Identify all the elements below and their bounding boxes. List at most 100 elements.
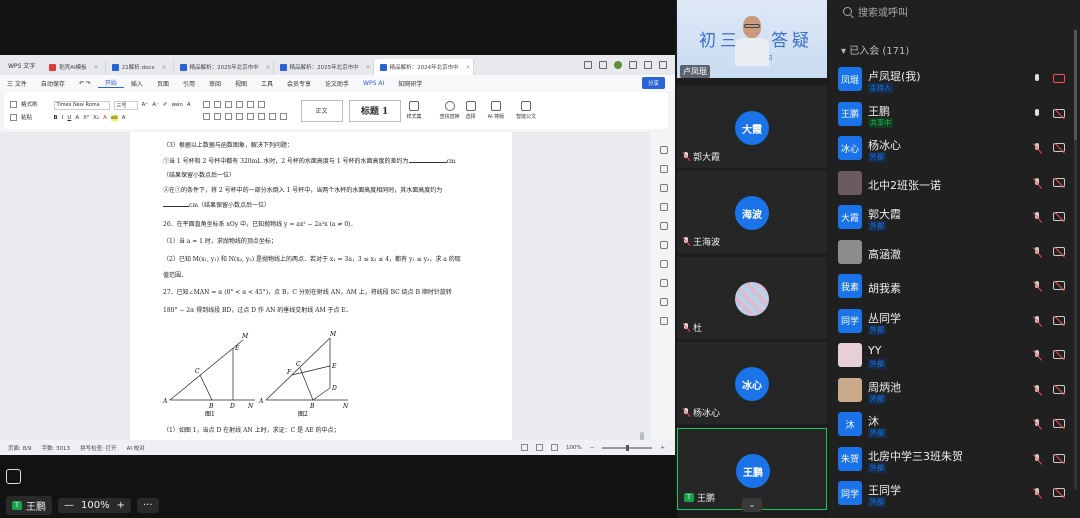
zoom-out-button[interactable]: — <box>64 500 74 511</box>
mic-off-icon[interactable] <box>1033 419 1041 430</box>
menu-view[interactable]: 视图 <box>228 79 254 88</box>
wps-home-tab[interactable]: WPS 文字 <box>0 55 43 75</box>
menu-file[interactable]: 三 文件 <box>0 79 34 88</box>
camera-off-icon[interactable] <box>1053 108 1065 118</box>
video-tile[interactable]: 冰心 杨冰心 <box>677 342 827 424</box>
camera-off-icon[interactable] <box>1053 281 1065 290</box>
help-tool-icon[interactable] <box>660 298 668 306</box>
menu-wps-ai[interactable]: WPS AI <box>356 80 391 87</box>
expand-gallery-button[interactable]: ⌄ <box>742 498 762 512</box>
camera-off-icon[interactable] <box>1053 177 1065 187</box>
border-button[interactable]: A <box>187 102 191 108</box>
participant-row[interactable]: 高涵澈 <box>829 235 1072 270</box>
collapse-tool-icon[interactable] <box>660 241 668 249</box>
page-view-icon[interactable] <box>536 444 544 451</box>
close-icon[interactable]: × <box>262 64 271 71</box>
style-normal[interactable]: 正文 <box>300 99 343 122</box>
close-icon[interactable]: × <box>462 64 471 71</box>
account-avatar[interactable] <box>614 61 622 69</box>
camera-off-icon[interactable] <box>1053 419 1065 428</box>
underline-button[interactable]: U <box>67 115 71 121</box>
justify-icon[interactable] <box>235 113 243 120</box>
participant-search[interactable]: 搜索或呼叫 <box>837 0 1072 22</box>
ai-format-button[interactable]: AI 排版 <box>488 101 504 120</box>
sort-icon[interactable] <box>246 101 254 108</box>
edit-tool-icon[interactable] <box>660 146 668 154</box>
doc-tab[interactable]: 稻壳AI模板 × <box>43 59 106 75</box>
line-spacing-icon[interactable] <box>257 113 265 120</box>
participant-row[interactable]: 大霞 郭大霞 外部 <box>829 200 1072 235</box>
mic-off-icon[interactable] <box>1033 246 1041 258</box>
strike-button[interactable]: A <box>75 115 79 121</box>
numbered-list-icon[interactable] <box>213 101 221 108</box>
menu-home[interactable]: 开始 <box>97 78 124 88</box>
italic-button[interactable]: I <box>62 115 64 121</box>
superscript-button[interactable]: X² <box>83 115 89 121</box>
menu-cnki[interactable]: 知网研学 <box>391 79 429 88</box>
mic-icon[interactable] <box>1033 108 1041 120</box>
smart-doc-button[interactable]: 智能公文 <box>516 101 536 120</box>
close-icon[interactable]: × <box>362 64 371 71</box>
highlight-button[interactable]: ab <box>110 114 118 121</box>
zoom-level[interactable]: 100% <box>81 500 110 511</box>
camera-off-icon[interactable] <box>1053 315 1065 325</box>
zoom-in-button[interactable]: + <box>660 445 665 451</box>
document-area[interactable]: （3）根据以上数据与函数图象，解决下列问题： ①当 1 号杯和 2 号杯中都有 … <box>0 132 650 455</box>
char-shading-button[interactable]: A <box>122 115 126 121</box>
menu-review[interactable]: 审阅 <box>202 79 228 88</box>
format-painter-button[interactable]: 格式刷 <box>21 100 38 108</box>
window-icon[interactable] <box>584 61 592 69</box>
page-indicator[interactable]: 页面: 8/9 <box>8 444 31 452</box>
participant-row[interactable]: 周炳池 外部 <box>829 373 1072 408</box>
paste-button[interactable]: 粘贴 <box>21 113 32 121</box>
qr-scan-icon[interactable] <box>6 469 21 484</box>
menu-page[interactable]: 页面 <box>150 79 176 88</box>
participant-row[interactable]: 王鹏 王鹏 共享中 <box>829 97 1072 132</box>
presenter-video-tile[interactable]: 初三 答疑 17日 卢凤琨 <box>677 0 827 78</box>
shape-tool-icon[interactable] <box>660 222 668 230</box>
font-color-button[interactable]: A <box>103 115 107 121</box>
joined-section-header[interactable]: ▾ 已入会 (171) <box>841 42 909 57</box>
font-name-select[interactable]: Times New Roma <box>53 100 110 110</box>
participant-row[interactable]: 朱贺 北房中学三3班朱贺 外部 <box>829 442 1072 477</box>
minimize-icon[interactable] <box>629 61 637 69</box>
borders-icon[interactable] <box>279 113 287 120</box>
mic-off-icon[interactable] <box>1033 384 1041 396</box>
font-size-select[interactable]: 三号 <box>113 100 138 110</box>
camera-off-icon[interactable] <box>1053 350 1065 359</box>
zoom-out-button[interactable]: − <box>590 445 595 451</box>
doc-tab[interactable]: 21解析.docx × <box>106 59 174 75</box>
camera-off-icon[interactable] <box>1053 212 1065 221</box>
camera-off-icon[interactable] <box>1053 384 1065 394</box>
more-options-button[interactable]: ··· <box>136 497 159 513</box>
align-left-icon[interactable] <box>202 113 210 120</box>
show-marks-icon[interactable] <box>257 101 265 108</box>
doc-tab-active[interactable]: 精品解析：2024年北京市中 × <box>373 59 474 75</box>
menu-autosave[interactable]: 自动保存 <box>34 79 72 88</box>
close-icon[interactable]: × <box>158 64 167 71</box>
participant-row[interactable]: YY 外部 <box>829 338 1072 373</box>
clear-format-button[interactable]: ✐ <box>163 102 168 108</box>
style-heading1[interactable]: 标题 1 <box>348 99 401 122</box>
web-view-icon[interactable] <box>551 444 559 451</box>
camera-off-icon[interactable] <box>1053 143 1065 152</box>
pinyin-button[interactable]: wén <box>171 102 182 108</box>
style-set-button[interactable]: 样式集 <box>407 101 422 120</box>
participant-row[interactable]: 北中2班张一诺 <box>829 166 1072 201</box>
menu-paper[interactable]: 论文助手 <box>318 79 356 88</box>
mic-off-icon[interactable] <box>1033 453 1041 465</box>
filter-tool-icon[interactable] <box>660 203 668 211</box>
camera-icon[interactable] <box>1053 74 1065 83</box>
doc-tab[interactable]: 精品解析：2025年北京市中 × <box>174 59 274 75</box>
bold-button[interactable]: B <box>54 115 58 121</box>
pen-tool-icon[interactable] <box>660 165 668 173</box>
subscript-button[interactable]: X₂ <box>93 115 99 121</box>
ai-check[interactable]: AI 校对 <box>127 444 145 452</box>
mic-off-icon[interactable] <box>1033 143 1041 154</box>
mic-off-icon[interactable] <box>1033 177 1041 189</box>
shading-icon[interactable] <box>268 113 276 120</box>
bullet-list-icon[interactable] <box>202 101 210 108</box>
close-icon[interactable]: × <box>90 64 99 71</box>
distribute-icon[interactable] <box>246 113 254 120</box>
word-count[interactable]: 字数: 3013 <box>41 444 70 452</box>
